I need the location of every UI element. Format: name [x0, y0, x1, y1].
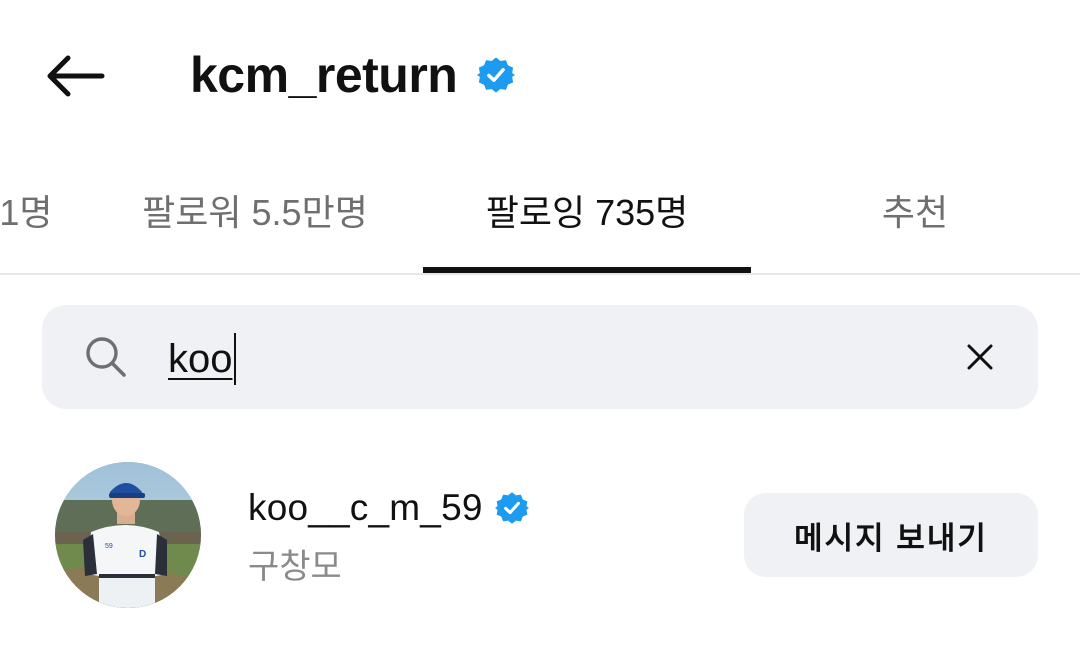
header: kcm_return [0, 0, 1080, 150]
search-bar[interactable]: koo [42, 305, 1038, 409]
following-page: kcm_return - 1명 팔로워 5.5만명 팔로잉 735명 추천 ko… [0, 0, 1080, 668]
send-message-button[interactable]: 메시지 보내기 [744, 493, 1038, 577]
tabs-divider [0, 273, 1080, 275]
arrow-left-icon [47, 55, 105, 97]
tabs: - 1명 팔로워 5.5만명 팔로잉 735명 추천 [0, 160, 1080, 275]
search-input[interactable]: koo [168, 333, 236, 385]
user-info: koo__c_m_59 구창모 [248, 483, 529, 588]
verified-badge-icon [494, 492, 529, 524]
clear-search-button[interactable] [958, 335, 1002, 379]
username-line: koo__c_m_59 [248, 483, 529, 533]
close-icon [967, 344, 993, 370]
page-title: kcm_return [190, 47, 458, 103]
tab-suggested[interactable]: 추천 [820, 160, 1010, 260]
svg-text:59: 59 [105, 543, 113, 550]
tab-partial[interactable]: - 1명 [0, 160, 70, 260]
svg-text:D: D [139, 549, 146, 560]
list-item[interactable]: D 59 koo__c_m_59 구창모 메시지 보내기 [0, 455, 1080, 620]
username: koo__c_m_59 [248, 487, 483, 528]
back-button[interactable] [38, 48, 110, 104]
avatar[interactable]: D 59 [55, 462, 201, 608]
verified-badge-icon [477, 56, 516, 94]
display-name: 구창모 [248, 548, 342, 586]
tab-following[interactable]: 팔로잉 735명 [423, 160, 751, 260]
tab-followers[interactable]: 팔로워 5.5만명 [140, 160, 370, 260]
title-wrap: kcm_return [190, 40, 516, 110]
search-icon [86, 337, 126, 377]
